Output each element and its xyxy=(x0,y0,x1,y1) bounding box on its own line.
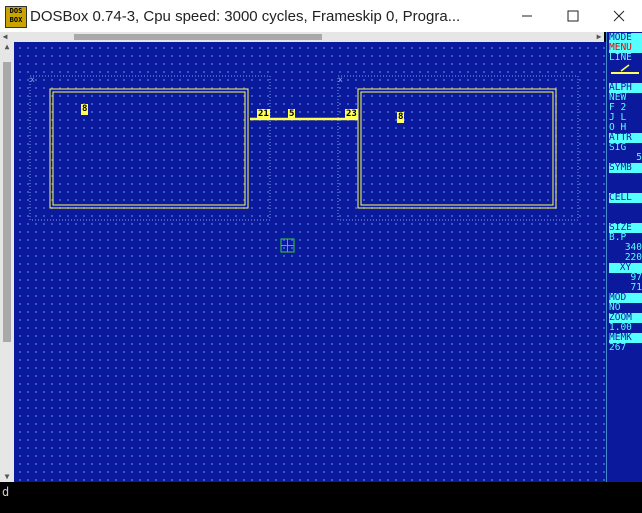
menu-item-xy[interactable]: XY xyxy=(609,263,642,273)
horizontal-scrollbar[interactable]: ◀ ▶ xyxy=(0,32,604,42)
block-right-bounds xyxy=(337,75,579,221)
wire-start-tag[interactable]: 21 xyxy=(257,109,270,120)
minimize-icon xyxy=(522,15,532,17)
title-bar: DOS BOX DOSBox 0.74-3, Cpu speed: 3000 c… xyxy=(0,0,642,32)
menu-item-new[interactable]: NEW xyxy=(609,93,642,103)
scroll-left-arrow-icon[interactable]: ◀ xyxy=(0,32,10,42)
block-right-outer[interactable] xyxy=(357,88,557,209)
wire-mid-tag[interactable]: 5 xyxy=(288,109,296,120)
block-left-outer[interactable] xyxy=(49,88,249,209)
block-left-bounds xyxy=(29,75,271,221)
xy-x-value: 97 xyxy=(630,273,642,283)
line-tool-icon[interactable] xyxy=(609,63,641,76)
menu-item-attr[interactable]: ATTR xyxy=(609,133,642,143)
zoom-value: 1.00 xyxy=(609,323,632,333)
vertical-scroll-thumb[interactable] xyxy=(3,62,11,342)
memk-value: 267 xyxy=(609,343,627,353)
scroll-down-arrow-icon[interactable]: ▼ xyxy=(0,472,14,482)
menu-item-cell[interactable]: CELL xyxy=(609,193,642,203)
maximize-icon xyxy=(567,10,579,22)
menu-item-f[interactable]: F 2 xyxy=(609,103,642,113)
scroll-up-arrow-icon[interactable]: ▲ xyxy=(0,42,14,52)
menu-item-mod[interactable]: MOD xyxy=(609,293,642,303)
schematic-drawing xyxy=(29,75,579,253)
scroll-right-arrow-icon[interactable]: ▶ xyxy=(594,32,604,42)
horizontal-scroll-thumb[interactable] xyxy=(74,34,322,40)
maximize-button[interactable] xyxy=(550,0,596,32)
menu-item-memk[interactable]: MEMK xyxy=(609,333,642,343)
command-prompt: d xyxy=(2,485,10,499)
side-menu-panel: MODE MENU LINE ALPH NEW F 2 J L O H ATTR… xyxy=(606,32,642,482)
size-bp-label: B.P xyxy=(609,233,627,243)
menu-item-j[interactable]: J L xyxy=(609,113,642,123)
dosbox-app-icon[interactable]: DOS BOX xyxy=(5,6,27,28)
block-right-origin-mark: x xyxy=(338,75,343,84)
menu-item-alph[interactable]: ALPH xyxy=(609,83,642,93)
menu-item-menu[interactable]: MENU xyxy=(609,43,642,53)
menu-item-size[interactable]: SIZE xyxy=(609,223,642,233)
menu-item-sig[interactable]: SIG xyxy=(609,143,642,153)
close-icon xyxy=(613,10,625,22)
menu-item-line[interactable]: LINE xyxy=(609,53,642,63)
close-button[interactable] xyxy=(596,0,642,32)
menu-item-zoom[interactable]: ZOOM xyxy=(609,313,642,323)
schematic-canvas[interactable]: x x 8 8 21 5 23 xyxy=(14,42,606,482)
size-x-value: 340 xyxy=(624,243,642,253)
block-left-label[interactable]: 8 xyxy=(81,104,89,115)
command-line[interactable]: d xyxy=(0,482,642,513)
size-y-value: 220 xyxy=(624,253,642,263)
menu-item-mode[interactable]: MODE xyxy=(609,33,642,43)
block-right-label[interactable]: 8 xyxy=(397,112,405,123)
sig-value: 5 xyxy=(636,153,642,163)
menu-item-o[interactable]: O H xyxy=(609,123,642,133)
xy-y-value: 71 xyxy=(630,283,642,293)
mod-value: NO xyxy=(609,303,621,313)
minimize-button[interactable] xyxy=(504,0,550,32)
vertical-scrollbar[interactable]: ▲ ▼ xyxy=(0,42,14,482)
wire-end-tag[interactable]: 23 xyxy=(345,109,358,120)
window-title: DOSBox 0.74-3, Cpu speed: 3000 cycles, F… xyxy=(30,8,461,25)
block-right-inner xyxy=(360,91,554,206)
menu-item-symb[interactable]: SYMB xyxy=(609,163,642,173)
block-left-origin-mark: x xyxy=(30,75,35,84)
